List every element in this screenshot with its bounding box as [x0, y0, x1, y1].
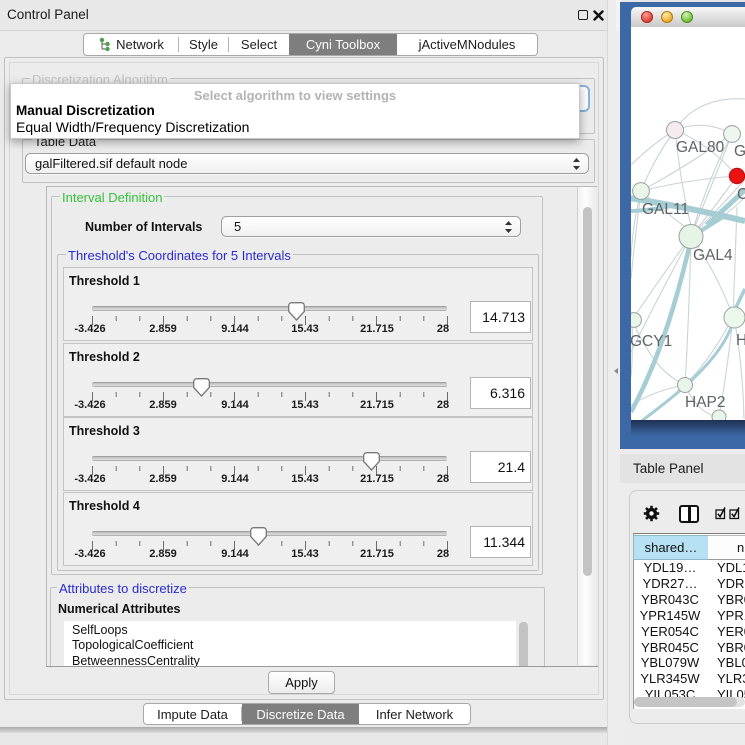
svg-text:HAP2: HAP2	[685, 394, 726, 411]
svg-text:CY: CY	[737, 186, 745, 203]
svg-text:GCY1: GCY1	[631, 333, 672, 350]
svg-text:GAL4: GAL4	[693, 247, 733, 264]
svg-text:GAL80: GAL80	[676, 139, 725, 156]
svg-text:GA: GA	[734, 143, 745, 160]
svg-text:H: H	[736, 332, 745, 349]
svg-text:GAL11: GAL11	[642, 201, 689, 218]
